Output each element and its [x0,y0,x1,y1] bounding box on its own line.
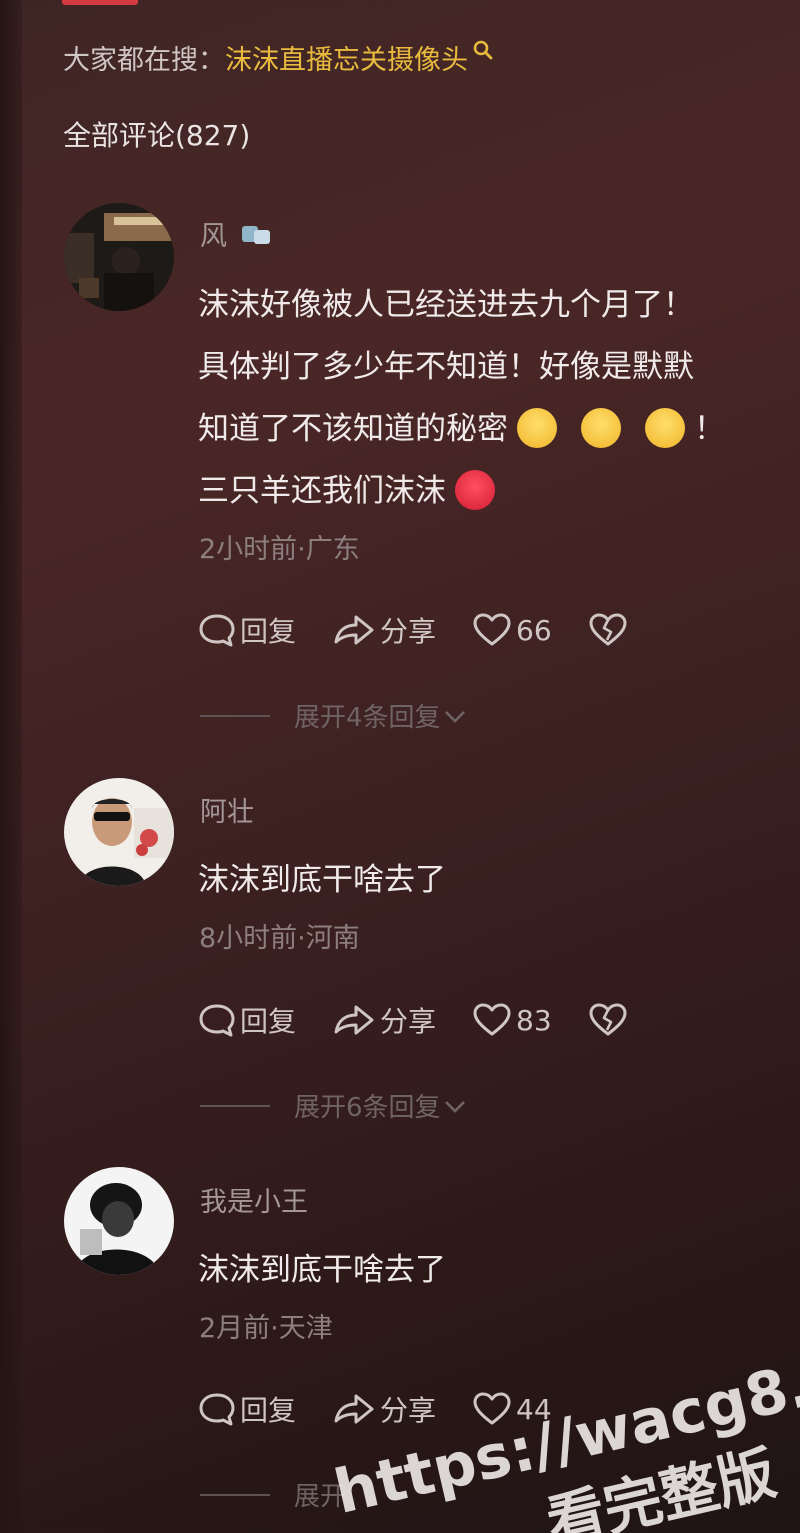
reply-button[interactable]: 回复 [198,1389,296,1429]
broken-heart-icon [589,613,627,646]
expand-replies[interactable]: 展开4条回复 [200,697,467,734]
comment-bubble-icon [199,1393,235,1426]
comment-author[interactable]: 阿壮 [200,790,254,829]
expand-replies[interactable]: 展开 [200,1476,346,1513]
share-button[interactable]: 分享 [332,610,436,650]
trending-search-term[interactable]: 沫沫直播忘关摄像头 [225,38,468,77]
comment-author[interactable]: 我是小王 [200,1180,308,1219]
dislike-button[interactable] [588,612,632,648]
heart-icon [473,613,511,646]
chevron-down-icon [444,1100,465,1113]
trending-search[interactable]: 大家都在搜： 沫沫直播忘关摄像头 [63,38,494,77]
dislike-button[interactable] [588,1002,632,1038]
like-count: 66 [516,613,552,647]
pleading-face-emoji [517,407,557,448]
avatar[interactable] [64,778,174,886]
share-button[interactable]: 分享 [332,1000,436,1040]
comments-count-title: 全部评论(827) [63,119,251,152]
left-edge-shadow [0,0,22,1533]
badge-icon [240,222,274,253]
broken-heart-icon [589,1003,627,1036]
comment-text: 沫沫好像被人已经送进去九个月了！ 具体判了多少年不知道！好像是默默 知道了不该知… [198,287,725,510]
comment-actions: 回复 分享 66 [198,610,668,650]
share-arrow-icon [334,1005,374,1035]
pleading-face-emoji [581,407,621,448]
search-icon[interactable] [472,37,494,59]
share-arrow-icon [334,615,374,645]
divider-line [200,714,270,717]
comment-text: 沫沫到底干啥去了 [198,1252,446,1288]
avatar[interactable] [64,1167,174,1275]
comment-author[interactable]: 风 [200,214,274,253]
comment-bubble-icon [199,1004,235,1037]
avatar[interactable] [64,203,174,311]
top-red-tab [62,0,138,5]
divider-line [200,1104,270,1107]
comment-bubble-icon [199,614,235,647]
reply-button[interactable]: 回复 [198,1000,296,1040]
comment-actions: 回复 分享 83 [198,1000,668,1040]
like-button[interactable]: 83 [472,1002,552,1038]
chevron-down-icon [444,710,465,723]
like-button[interactable]: 66 [472,612,552,648]
angry-face-emoji [455,469,495,510]
comment-meta: 8小时前·河南 [199,923,360,954]
comment-text: 沫沫到底干啥去了 [198,862,446,898]
comment-meta: 2小时前·广东 [199,534,360,565]
like-count: 83 [516,1003,552,1037]
reply-button[interactable]: 回复 [198,610,296,650]
divider-line [200,1493,270,1496]
pleading-face-emoji [645,407,685,448]
expand-replies[interactable]: 展开6条回复 [200,1087,467,1124]
trending-search-prefix: 大家都在搜： [63,45,225,76]
heart-icon [473,1003,511,1036]
